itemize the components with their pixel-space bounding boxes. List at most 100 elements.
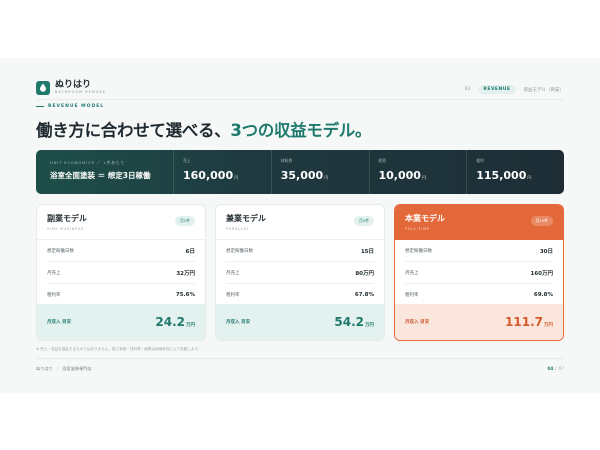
card-row: 想定稼働日数 15日 <box>226 240 374 262</box>
row-value: 30日 <box>539 248 553 255</box>
row-value: 75.6% <box>175 292 195 298</box>
income-label: 月収入 目安 <box>47 320 72 325</box>
row-label: 粗利率 <box>47 293 61 298</box>
income-value: 24.2 <box>155 315 185 329</box>
metric-sales: 売上 160,000円 <box>174 150 272 194</box>
header-divider <box>36 99 564 100</box>
card-header: 副業モデル SIDE BUSINESS 月2件 <box>37 205 205 240</box>
unit-economics-bar: UNIT ECONOMICS ／ 1件あたり 浴室全面塗装 ＝ 想定3日稼働 売… <box>36 150 564 194</box>
card-footer: 月収入 目安 111.7万円 <box>395 304 563 340</box>
card-row: 想定稼働日数 30日 <box>405 240 553 262</box>
model-card-fulltime[interactable]: 本業モデル FULL-TIME 月10件 想定稼働日数 30日 月売上 160万円 … <box>394 204 564 341</box>
card-row: 想定稼働日数 6日 <box>47 240 195 262</box>
card-footer: 月収入 目安 54.2万円 <box>216 304 384 340</box>
row-label: 想定稼働日数 <box>226 248 253 254</box>
brand-subtitle: BATHROOM REMAKE <box>55 90 106 94</box>
card-row: 月売上 32万円 <box>47 262 195 284</box>
row-value: 32万円 <box>176 270 195 277</box>
model-card-parallel[interactable]: 兼業モデル PARALLEL 月5件 想定稼働日数 15日 月売上 80万円 粗利率… <box>215 204 385 341</box>
metric-label: 材料費 <box>280 158 293 163</box>
metric-unit: 円 <box>527 175 532 180</box>
metric-value: 115,000 <box>476 169 527 182</box>
card-badge: 月10件 <box>530 216 553 226</box>
row-value: 69.8% <box>533 292 553 298</box>
card-title: 兼業モデル <box>226 214 266 223</box>
income-label: 月収入 目安 <box>405 320 430 325</box>
eyebrow: REVENUE MODEL <box>36 104 104 109</box>
metric-unit: 円 <box>324 175 329 180</box>
unit-economics-value: 浴室全面塗装 ＝ 想定3日稼働 <box>50 171 151 180</box>
page-title: 働き方に合わせて選べる、3つの収益モデル。 <box>36 117 371 141</box>
drop-icon <box>36 80 50 95</box>
income-unit: 万円 <box>365 323 374 328</box>
card-subtitle: PARALLEL <box>226 227 250 231</box>
page-indicator: 04 / 07 <box>547 366 564 371</box>
card-badge: 月5件 <box>353 216 374 226</box>
footer-breadcrumb: ぬりはり / 浴室塗装専門店 <box>36 366 92 372</box>
row-label: 粗利率 <box>405 293 419 298</box>
row-label: 粗利率 <box>226 293 240 298</box>
card-subtitle: SIDE BUSINESS <box>47 227 85 231</box>
metric-value: 35,000 <box>280 169 324 182</box>
page-title-accent: 3つの収益モデル。 <box>230 121 372 140</box>
row-value: 6日 <box>185 248 195 255</box>
card-row: 月売上 160万円 <box>405 262 553 284</box>
card-rows: 想定稼働日数 15日 月売上 80万円 粗利率 67.8% <box>216 240 384 306</box>
card-row: 粗利率 67.8% <box>226 284 374 306</box>
footer-separator: / <box>56 366 59 371</box>
card-header: 本業モデル FULL-TIME 月10件 <box>395 205 563 240</box>
row-label: 月売上 <box>47 270 61 276</box>
footer-section: 浴室塗装専門店 <box>62 366 92 371</box>
page-current: 04 <box>547 366 554 371</box>
income-value: 54.2 <box>334 315 364 329</box>
card-rows: 想定稼働日数 30日 月売上 160万円 粗利率 69.8% <box>395 240 563 306</box>
card-subtitle: FULL-TIME <box>405 227 430 231</box>
unit-economics-label: UNIT ECONOMICS ／ 1件あたり <box>50 160 126 165</box>
card-row: 粗利率 75.6% <box>47 284 195 306</box>
row-value: 67.8% <box>354 292 374 298</box>
income-unit: 万円 <box>186 323 195 328</box>
row-value: 80万円 <box>355 270 374 277</box>
row-label: 月売上 <box>226 270 240 276</box>
card-row: 月売上 80万円 <box>226 262 374 284</box>
eyebrow-dash <box>36 106 44 107</box>
metric-gross-profit: 粗利 115,000円 <box>467 150 564 194</box>
disclaimer-note: ※ 売上・収益を保証するものではありません。施工単価・材料費・経費は地域状況によ… <box>36 347 202 351</box>
card-header: 兼業モデル PARALLEL 月5件 <box>216 205 384 240</box>
card-row: 粗利率 69.8% <box>405 284 553 306</box>
metric-label: 粗利 <box>476 158 484 163</box>
unit-economics-lead: UNIT ECONOMICS ／ 1件あたり 浴室全面塗装 ＝ 想定3日稼働 <box>36 150 174 194</box>
income-value: 111.7 <box>505 315 543 329</box>
card-rows: 想定稼働日数 6日 月売上 32万円 粗利率 75.6% <box>37 240 205 306</box>
section-pill[interactable]: REVENUE <box>478 85 516 94</box>
metric-unit: 円 <box>234 175 239 180</box>
page-total: 07 <box>558 366 564 371</box>
income-unit: 万円 <box>544 323 553 328</box>
page-separator: / <box>555 366 557 371</box>
card-badge: 月2件 <box>174 216 195 226</box>
metric-label: 経費 <box>378 158 387 163</box>
section-number: 03 <box>464 87 471 92</box>
metric-materials: 材料費 35,000円 <box>272 150 370 194</box>
model-card-side[interactable]: 副業モデル SIDE BUSINESS 月2件 想定稼働日数 6日 月売上 32万円… <box>36 204 206 341</box>
row-label: 月売上 <box>405 270 419 276</box>
section-nav: 03 REVENUE 収益モデル（目安） <box>465 85 564 94</box>
row-value: 15日 <box>360 248 374 255</box>
row-label: 想定稼働日数 <box>405 248 432 254</box>
metric-unit: 円 <box>421 175 426 180</box>
card-title: 副業モデル <box>47 214 87 223</box>
metric-expenses: 経費 10,000円 <box>370 150 468 194</box>
footer-brand: ぬりはり <box>36 366 53 371</box>
metric-value: 10,000 <box>378 169 421 182</box>
footer-divider <box>36 358 564 359</box>
card-footer: 月収入 目安 24.2万円 <box>37 304 205 340</box>
row-value: 160万円 <box>530 270 553 277</box>
section-label: 収益モデル（目安） <box>523 87 565 93</box>
page-title-lead: 働き方に合わせて選べる、 <box>36 121 231 140</box>
income-label: 月収入 目安 <box>226 320 251 325</box>
brand-name: ぬりはり <box>55 80 92 90</box>
row-label: 想定稼働日数 <box>47 248 74 254</box>
brand-logo[interactable]: ぬりはり BATHROOM REMAKE <box>36 80 106 95</box>
eyebrow-label: REVENUE MODEL <box>48 104 105 109</box>
metric-value: 160,000 <box>183 169 234 182</box>
